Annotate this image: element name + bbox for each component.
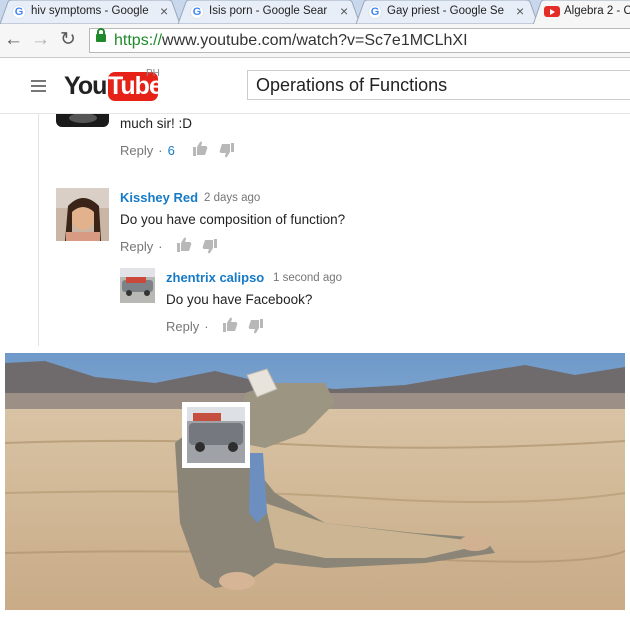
tab-label: Gay priest - Google Se — [387, 5, 504, 17]
avatar-image — [120, 268, 155, 303]
desert-photo — [5, 353, 625, 610]
forward-icon[interactable]: → — [31, 29, 50, 51]
comment-author[interactable]: Kisshey Red — [120, 190, 198, 205]
country-code: PH — [146, 68, 160, 79]
reply-button[interactable]: Reply — [120, 239, 153, 254]
google-icon: G — [12, 5, 26, 19]
tab-label: Isis porn - Google Sear — [209, 5, 328, 17]
comment-timestamp[interactable]: 2 days ago — [204, 192, 260, 204]
tab-label: hiv symptoms - Google — [31, 5, 149, 17]
comment-text: much sir! :D — [120, 116, 193, 131]
thumbs-down-icon[interactable] — [219, 143, 235, 158]
tab-label: Algebra 2 - C — [564, 5, 630, 17]
avatar[interactable] — [56, 114, 109, 127]
youtube-icon — [544, 6, 560, 17]
lock-icon — [96, 28, 106, 42]
comments-section: much sir! :D Reply · 6 Kisshey Red 2 days … — [0, 114, 630, 346]
avatar-image — [56, 188, 109, 241]
close-tab-icon[interactable]: × — [340, 3, 348, 19]
browser-tab-strip: G hiv symptoms - Google × G Isis porn - … — [0, 0, 630, 25]
reply-button[interactable]: Reply — [166, 319, 199, 334]
youtube-header: You Tube PH Operations of Functions — [0, 58, 630, 114]
tab-isis[interactable]: G Isis porn - Google Sear × — [178, 0, 360, 24]
tab-algebra-active[interactable]: Algebra 2 - C — [533, 0, 630, 25]
comment-text: Do you have composition of function? — [120, 212, 346, 227]
divider — [38, 114, 39, 346]
avatar[interactable] — [120, 268, 155, 303]
url-path: www.youtube.com/watch?v=Sc7e1MCLhXI — [162, 32, 468, 49]
address-bar[interactable]: https://www.youtube.com/watch?v=Sc7e1MCL… — [89, 28, 630, 53]
close-tab-icon[interactable]: × — [516, 3, 524, 19]
tab-hiv-symptoms[interactable]: G hiv symptoms - Google × — [0, 0, 180, 24]
comment-text: Do you have Facebook? — [166, 292, 313, 307]
separator: · — [158, 143, 163, 158]
photo-illustration — [5, 353, 625, 610]
comment-timestamp[interactable]: 1 second ago — [273, 272, 342, 284]
thumbs-down-icon[interactable] — [248, 319, 264, 334]
thumbs-down-icon[interactable] — [202, 239, 218, 254]
comment-actions: Reply · — [166, 319, 214, 334]
search-input[interactable]: Operations of Functions — [247, 70, 630, 100]
close-tab-icon[interactable]: × — [160, 3, 168, 19]
separator: · — [158, 239, 163, 254]
reply-button[interactable]: Reply — [120, 143, 153, 158]
avatar[interactable] — [56, 188, 109, 241]
google-icon: G — [190, 5, 204, 19]
comment-author[interactable]: zhentrix calipso — [166, 270, 264, 285]
like-count: 6 — [167, 143, 175, 158]
comment-actions: Reply · — [120, 239, 168, 254]
reload-icon[interactable]: ↻ — [60, 29, 76, 51]
avatar-image — [69, 114, 97, 123]
back-icon[interactable]: ← — [4, 29, 23, 51]
tab-gay-priest[interactable]: G Gay priest - Google Se × — [356, 0, 538, 24]
url-protocol: https:// — [114, 32, 163, 49]
browser-toolbar: ← → ↻ https://www.youtube.com/watch?v=Sc… — [0, 24, 630, 58]
menu-icon[interactable] — [31, 80, 46, 95]
separator: · — [204, 319, 209, 334]
comment-actions: Reply · 6 — [120, 143, 175, 158]
google-icon: G — [368, 5, 382, 19]
thumbs-up-icon[interactable] — [192, 141, 208, 156]
thumbs-up-icon[interactable] — [176, 237, 192, 252]
thumbs-up-icon[interactable] — [222, 317, 238, 332]
logo-you: You — [64, 72, 107, 100]
url-text: https://www.youtube.com/watch?v=Sc7e1MCL… — [114, 32, 468, 50]
